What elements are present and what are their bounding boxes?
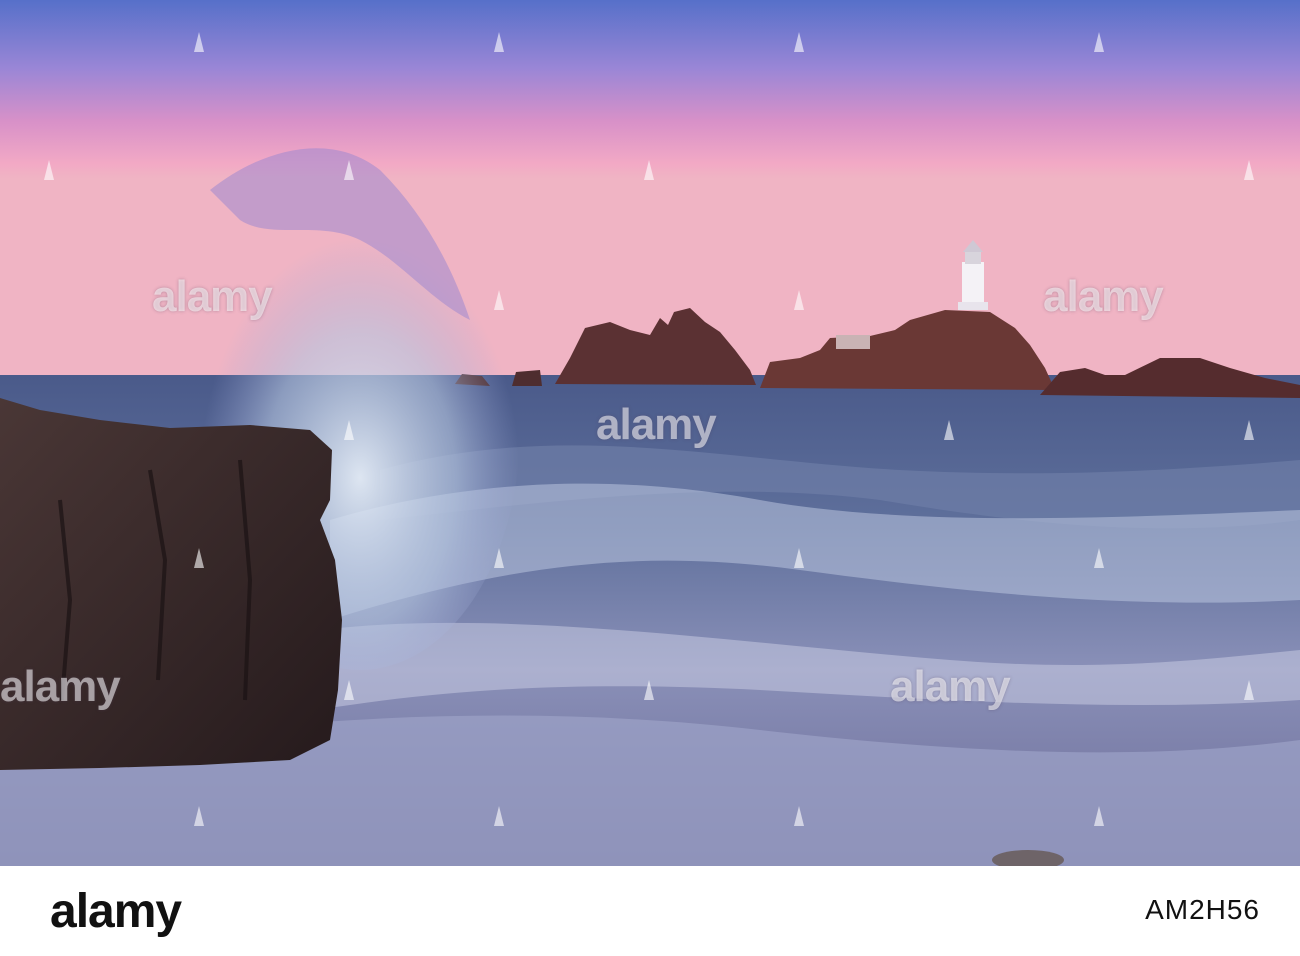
photo-frame: alamy alamy alamy alamy alamy alamy AM2H… xyxy=(0,0,1300,956)
watermark-mark-icon xyxy=(1244,680,1254,700)
watermark-mark-icon xyxy=(344,420,354,440)
watermark-mark-icon xyxy=(944,420,954,440)
watermark-mark-icon xyxy=(344,680,354,700)
watermark-mark-icon xyxy=(794,32,804,52)
footer-bar: alamy AM2H56 xyxy=(0,866,1300,956)
brand-logo: alamy xyxy=(50,885,182,938)
watermark-mark-icon xyxy=(194,548,204,568)
watermark-mark-icon xyxy=(1094,806,1104,826)
watermark-mark-icon xyxy=(644,680,654,700)
watermark-mark-icon xyxy=(794,806,804,826)
watermark-mark-icon xyxy=(1244,160,1254,180)
watermark-mark-icon xyxy=(494,548,504,568)
watermark-mark-icon xyxy=(794,548,804,568)
image-id: AM2H56 xyxy=(1145,894,1260,925)
watermark-mark-icon xyxy=(1094,32,1104,52)
watermark-mark-icon xyxy=(1094,548,1104,568)
watermark-mark-icon xyxy=(794,290,804,310)
sky xyxy=(0,0,1300,380)
watermark-mark-icon xyxy=(44,160,54,180)
watermark-mark-icon xyxy=(194,32,204,52)
watermark-text: alamy xyxy=(152,272,273,321)
watermark-mark-icon xyxy=(644,160,654,180)
watermark-mark-icon xyxy=(494,806,504,826)
watermark-mark-icon xyxy=(494,32,504,52)
watermark-mark-icon xyxy=(1244,420,1254,440)
watermark-text: alamy xyxy=(596,400,717,449)
watermark-mark-icon xyxy=(194,806,204,826)
watermark-text: alamy xyxy=(1043,272,1164,321)
building xyxy=(836,335,870,349)
watermark-mark-icon xyxy=(494,290,504,310)
watermark-mark-icon xyxy=(344,160,354,180)
watermark-text: alamy xyxy=(890,662,1011,711)
foreground-rock xyxy=(0,398,342,770)
watermark-text: alamy xyxy=(0,662,121,711)
